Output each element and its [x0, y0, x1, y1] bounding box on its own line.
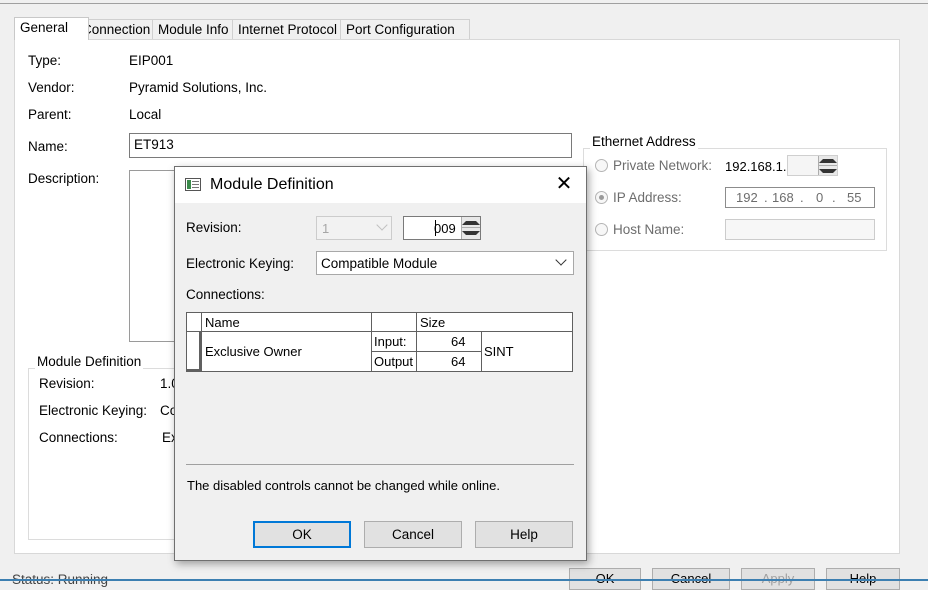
row-selector[interactable] [186, 331, 202, 372]
private-network-stepper-buttons[interactable] [818, 156, 837, 175]
input-label: Input: [371, 331, 417, 352]
ip-address-field[interactable]: 192 . 168 . 0 . 55 [725, 187, 875, 208]
dlg-connections-label: Connections: [186, 287, 265, 302]
connections-table: Name Size Exclusive Owner Input: 64 Outp… [186, 312, 573, 374]
ip-octet-2: 168 [772, 190, 794, 205]
ip-dot: . [764, 190, 768, 205]
revision-minor-stepper[interactable]: 009 [403, 216, 481, 240]
vendor-label: Vendor: [28, 80, 75, 95]
type-value: EIP001 [129, 53, 174, 68]
vendor-value: Pyramid Solutions, Inc. [129, 80, 268, 95]
dlg-keying-label: Electronic Keying: [186, 256, 295, 271]
output-label: Output [371, 351, 417, 372]
stepper-down-icon[interactable] [462, 228, 480, 239]
host-name-radio[interactable] [595, 223, 608, 236]
dlg-revision-label: Revision: [186, 220, 242, 235]
private-network-radio[interactable] [595, 159, 608, 172]
input-size[interactable]: 64 [416, 331, 482, 352]
header-size: Size [416, 312, 573, 332]
parent-value: Local [129, 107, 162, 122]
module-icon [185, 178, 201, 191]
dialog-titlebar[interactable]: Module Definition ✕ [175, 167, 586, 203]
parent-label: Parent: [28, 107, 72, 122]
electronic-keying-select[interactable]: Compatible Module [316, 251, 574, 275]
module-definition-title: Module Definition [35, 354, 144, 369]
electronic-keying-value: Compatible Module [321, 256, 438, 271]
tab-port-configuration[interactable]: Port Configuration [340, 19, 470, 40]
row-name[interactable]: Exclusive Owner [201, 331, 372, 372]
module-definition-dialog: Module Definition ✕ Revision: 1 009 Elec… [174, 166, 587, 561]
name-label: Name: [28, 139, 68, 154]
chevron-down-icon [376, 219, 388, 231]
private-network-octet-stepper[interactable] [787, 155, 838, 176]
table-corner [186, 312, 202, 332]
host-name-label: Host Name: [613, 222, 685, 237]
close-icon[interactable]: ✕ [553, 174, 575, 195]
revision-major-select[interactable]: 1 [316, 216, 392, 240]
md-keying-label: Electronic Keying: [39, 403, 148, 418]
stepper-up-icon[interactable] [819, 156, 837, 166]
ip-address-label: IP Address: [613, 190, 682, 205]
tab-internet-protocol[interactable]: Internet Protocol [232, 19, 350, 40]
md-connections-label: Connections: [39, 430, 118, 445]
stepper-up-icon[interactable] [462, 217, 480, 228]
size-type: SINT [481, 331, 573, 372]
tab-module-info[interactable]: Module Info [152, 19, 243, 40]
description-textarea[interactable] [129, 170, 179, 342]
dialog-separator [186, 464, 574, 465]
header-blank [371, 312, 417, 332]
tab-general[interactable]: General [14, 17, 89, 40]
text-cursor [435, 220, 436, 236]
ip-octet-3: 0 [816, 190, 824, 205]
ip-address-radio[interactable] [595, 191, 608, 204]
private-network-label: Private Network: [613, 158, 713, 173]
ok-button[interactable]: OK [253, 521, 351, 548]
host-name-input[interactable] [725, 219, 875, 240]
output-size[interactable]: 64 [416, 351, 482, 372]
tab-connection[interactable]: Connection [76, 19, 163, 40]
md-revision-label: Revision: [39, 376, 95, 391]
revision-minor-value: 009 [434, 221, 456, 236]
cancel-button[interactable]: Cancel [364, 521, 462, 548]
description-label: Description: [28, 171, 100, 186]
help-button[interactable]: Help [475, 521, 573, 548]
type-label: Type: [28, 53, 62, 68]
revision-major-value: 1 [322, 221, 330, 236]
stepper-down-icon[interactable] [819, 165, 837, 175]
dialog-title: Module Definition [210, 176, 334, 193]
chevron-down-icon [555, 254, 567, 266]
revision-stepper-buttons[interactable] [461, 217, 480, 239]
ip-octet-4: 55 [847, 190, 862, 205]
module-definition-group [28, 368, 190, 540]
private-network-prefix: 192.168.1. [725, 159, 787, 174]
name-input-value: ET913 [134, 137, 174, 152]
ip-octet-1: 192 [736, 190, 758, 205]
ethernet-address-title: Ethernet Address [590, 134, 698, 149]
header-name: Name [201, 312, 372, 332]
status-bar-edge [0, 579, 928, 581]
online-note: The disabled controls cannot be changed … [187, 478, 500, 493]
name-input[interactable]: ET913 [129, 133, 572, 158]
ip-dot: . [800, 190, 804, 205]
window-top-edge [0, 0, 928, 4]
ip-dot: . [832, 190, 836, 205]
